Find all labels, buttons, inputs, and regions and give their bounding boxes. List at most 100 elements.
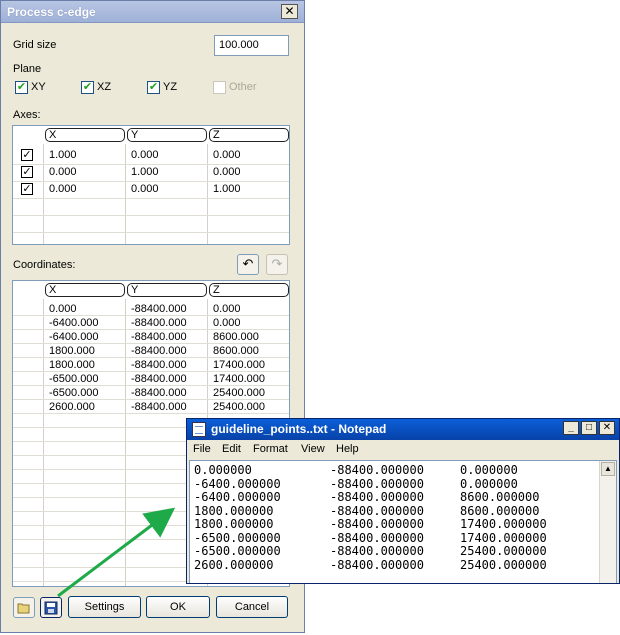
- text-value: -88400.000000: [330, 544, 424, 558]
- plane-checkbox-yz[interactable]: ✔: [147, 81, 160, 94]
- plane-checkbox-xz[interactable]: ✔: [81, 81, 94, 94]
- cell-x[interactable]: 0.000: [49, 183, 77, 196]
- column-divider: [125, 144, 126, 244]
- cell-z[interactable]: 0.000: [213, 303, 241, 316]
- cell-y[interactable]: -88400.000: [131, 345, 187, 358]
- text-value: 0.000000: [460, 476, 518, 491]
- text-value: -88400.000000: [330, 503, 424, 518]
- menu-help[interactable]: Help: [336, 443, 359, 455]
- cell-y[interactable]: 0.000: [131, 149, 159, 162]
- text-value: -88400.000000: [330, 463, 424, 477]
- menu-file[interactable]: File: [193, 443, 211, 455]
- cell-z[interactable]: 8600.000: [213, 345, 259, 358]
- column-header-z[interactable]: Z: [209, 283, 289, 297]
- column-divider: [207, 144, 208, 244]
- plane-checkbox-xy[interactable]: ✔: [15, 81, 28, 94]
- notepad-title: guideline_points..txt - Notepad: [211, 422, 387, 436]
- notepad-window: guideline_points..txt - Notepad _ □ ✕ Fi…: [186, 418, 620, 584]
- cell-y[interactable]: -88400.000: [131, 359, 187, 372]
- row-divider: [13, 181, 289, 182]
- undo-icon[interactable]: ↶: [237, 254, 259, 275]
- text-value: 17400.000000: [460, 530, 547, 545]
- ok-button[interactable]: OK: [146, 596, 210, 618]
- cell-z[interactable]: 0.000: [213, 166, 241, 179]
- close-icon[interactable]: ✕: [281, 4, 298, 19]
- text-value: 17400.000000: [460, 517, 547, 531]
- text-value: -88400.000000: [330, 557, 424, 572]
- text-value: -88400.000000: [330, 530, 424, 545]
- minimize-icon[interactable]: _: [563, 421, 579, 435]
- menu-format[interactable]: Format: [253, 443, 288, 455]
- scroll-up-icon[interactable]: ▲: [601, 462, 615, 476]
- text-value: -6400.000000: [194, 476, 281, 491]
- save-disk-icon[interactable]: [40, 597, 62, 618]
- dialog-titlebar[interactable]: Process c-edge ✕: [1, 1, 304, 23]
- column-header-x[interactable]: X: [45, 283, 125, 297]
- cell-y[interactable]: -88400.000: [131, 373, 187, 386]
- cell-y[interactable]: -88400.000: [131, 303, 187, 316]
- axis-row-checkbox[interactable]: ✓: [21, 166, 33, 178]
- notepad-titlebar[interactable]: guideline_points..txt - Notepad _ □ ✕: [187, 419, 619, 440]
- text-value: 1800.000000: [194, 517, 274, 531]
- cell-y[interactable]: -88400.000: [131, 401, 187, 414]
- cell-x[interactable]: -6400.000: [49, 331, 99, 344]
- open-folder-icon[interactable]: [13, 597, 35, 618]
- cell-x[interactable]: -6500.000: [49, 373, 99, 386]
- cell-z[interactable]: 25400.000: [213, 401, 265, 414]
- plane-label-other: Other: [229, 81, 257, 93]
- cell-y[interactable]: 0.000: [131, 183, 159, 196]
- text-value: 25400.000000: [460, 544, 547, 558]
- text-value: 25400.000000: [460, 557, 547, 572]
- text-value: -88400.000000: [330, 490, 424, 504]
- column-header-y[interactable]: Y: [127, 283, 207, 297]
- notepad-text-area[interactable]: ▲ 0.000000 -88400.000000 0.000000 -6400.000…: [189, 460, 617, 583]
- column-divider: [43, 144, 44, 244]
- axis-row-checkbox[interactable]: ✓: [21, 183, 33, 195]
- text-value: 8600.000000: [460, 503, 540, 518]
- text-value: 8600.000000: [460, 490, 540, 504]
- plane-label: Plane: [13, 63, 42, 75]
- cell-x[interactable]: 1800.000: [49, 359, 95, 372]
- menu-view[interactable]: View: [301, 443, 325, 455]
- cell-x[interactable]: 0.000: [49, 166, 77, 179]
- cell-x[interactable]: 0.000: [49, 303, 77, 316]
- settings-button[interactable]: Settings: [68, 596, 141, 618]
- close-icon[interactable]: ✕: [599, 421, 615, 435]
- text-value: -88400.000000: [330, 517, 424, 531]
- column-header-x[interactable]: X: [45, 128, 125, 142]
- cell-z[interactable]: 1.000: [213, 183, 241, 196]
- axes-table[interactable]: X Y Z ✓ 1.000 0.000 0.000 ✓ 0.000 1.000 0.000 ✓ 0.00…: [12, 125, 290, 245]
- row-divider: [13, 198, 289, 199]
- redo-icon: ↷: [266, 254, 288, 275]
- column-header-z[interactable]: Z: [209, 128, 289, 142]
- cell-y[interactable]: -88400.000: [131, 317, 187, 330]
- column-header-y[interactable]: Y: [127, 128, 207, 142]
- cell-x[interactable]: 2600.000: [49, 401, 95, 414]
- cell-z[interactable]: 0.000: [213, 317, 241, 330]
- text-value: 0.000000: [194, 463, 252, 477]
- vertical-scrollbar[interactable]: ▲: [599, 461, 616, 583]
- cell-y[interactable]: -88400.000: [131, 331, 187, 344]
- cell-x[interactable]: -6400.000: [49, 317, 99, 330]
- text-value: 1800.000000: [194, 503, 274, 518]
- cell-y[interactable]: 1.000: [131, 166, 159, 179]
- cell-z[interactable]: 0.000: [213, 149, 241, 162]
- menu-edit[interactable]: Edit: [222, 443, 241, 455]
- cell-x[interactable]: 1.000: [49, 149, 77, 162]
- maximize-icon[interactable]: □: [581, 421, 597, 435]
- cell-y[interactable]: -88400.000: [131, 387, 187, 400]
- row-divider: [13, 164, 289, 165]
- plane-label-xy: XY: [31, 81, 46, 93]
- cell-z[interactable]: 8600.000: [213, 331, 259, 344]
- axis-row-checkbox[interactable]: ✓: [21, 149, 33, 161]
- cell-z[interactable]: 25400.000: [213, 387, 265, 400]
- cell-x[interactable]: -6500.000: [49, 387, 99, 400]
- cell-z[interactable]: 17400.000: [213, 373, 265, 386]
- grid-size-input[interactable]: 100.000: [214, 35, 289, 56]
- text-value: -6500.000000: [194, 544, 281, 558]
- cell-z[interactable]: 17400.000: [213, 359, 265, 372]
- plane-checkbox-other: [213, 81, 226, 94]
- cell-x[interactable]: 1800.000: [49, 345, 95, 358]
- cancel-button[interactable]: Cancel: [216, 596, 288, 618]
- dialog-title: Process c-edge: [7, 5, 96, 19]
